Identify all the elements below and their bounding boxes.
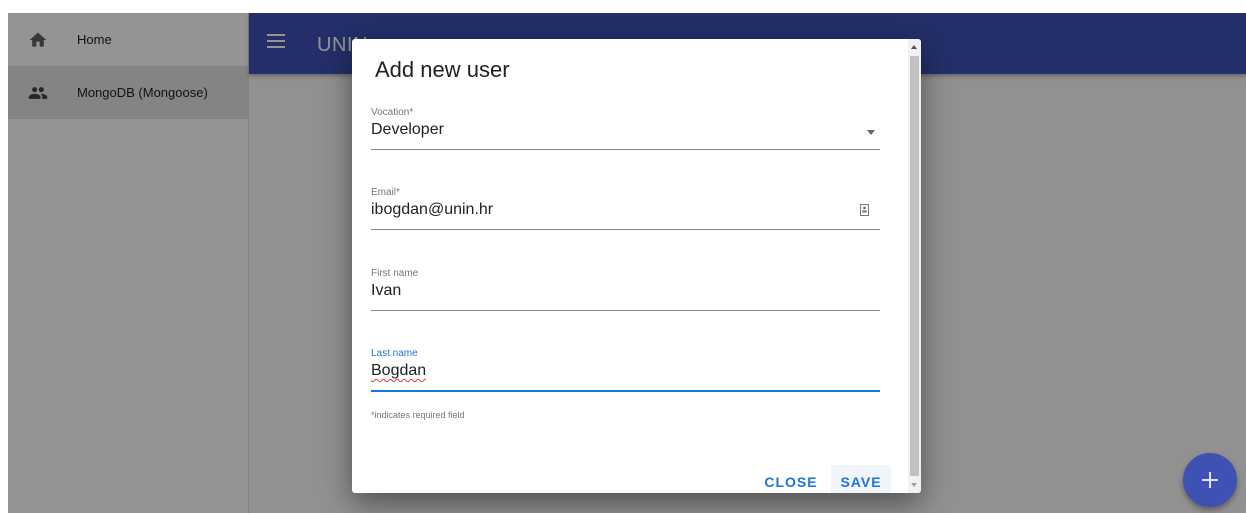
add-user-fab[interactable]	[1183, 453, 1237, 507]
required-field-hint: *indicates required field	[371, 410, 465, 420]
email-label: Email*	[371, 187, 400, 198]
first-name-value: Ivan	[371, 282, 402, 299]
plus-icon	[1202, 472, 1218, 488]
first-name-field[interactable]: First name Ivan	[371, 268, 880, 316]
last-name-label: Last name	[371, 348, 418, 359]
dialog-title: Add new user	[375, 57, 510, 82]
field-underline	[371, 310, 880, 311]
first-name-label: First name	[371, 268, 419, 279]
save-button[interactable]: SAVE	[831, 465, 891, 493]
vocation-select[interactable]: Vocation* Developer	[371, 107, 880, 155]
scrollbar-thumb[interactable]	[910, 56, 919, 476]
scroll-up-arrow-icon[interactable]	[911, 45, 917, 49]
dropdown-arrow-icon[interactable]	[867, 130, 875, 135]
contact-card-icon[interactable]	[860, 204, 869, 216]
field-underline	[371, 229, 880, 230]
app-root: Home MongoDB (Mongoose) UNIN Add new use…	[8, 13, 1246, 513]
vocation-label: Vocation*	[371, 107, 414, 118]
field-underline	[371, 149, 880, 150]
vocation-value: Developer	[371, 121, 444, 138]
close-button[interactable]: CLOSE	[759, 465, 823, 493]
scroll-down-arrow-icon[interactable]	[911, 483, 917, 487]
dialog-scrollbar[interactable]	[908, 39, 921, 493]
last-name-field[interactable]: Last name Bogdan	[371, 348, 880, 396]
add-user-dialog: Add new user Vocation* Developer Email* …	[352, 39, 921, 493]
field-underline-focused	[371, 390, 880, 392]
email-value: ibogdan@unin.hr	[371, 201, 494, 218]
last-name-value: Bogdan	[371, 362, 427, 379]
email-field[interactable]: Email* ibogdan@unin.hr	[371, 187, 880, 235]
